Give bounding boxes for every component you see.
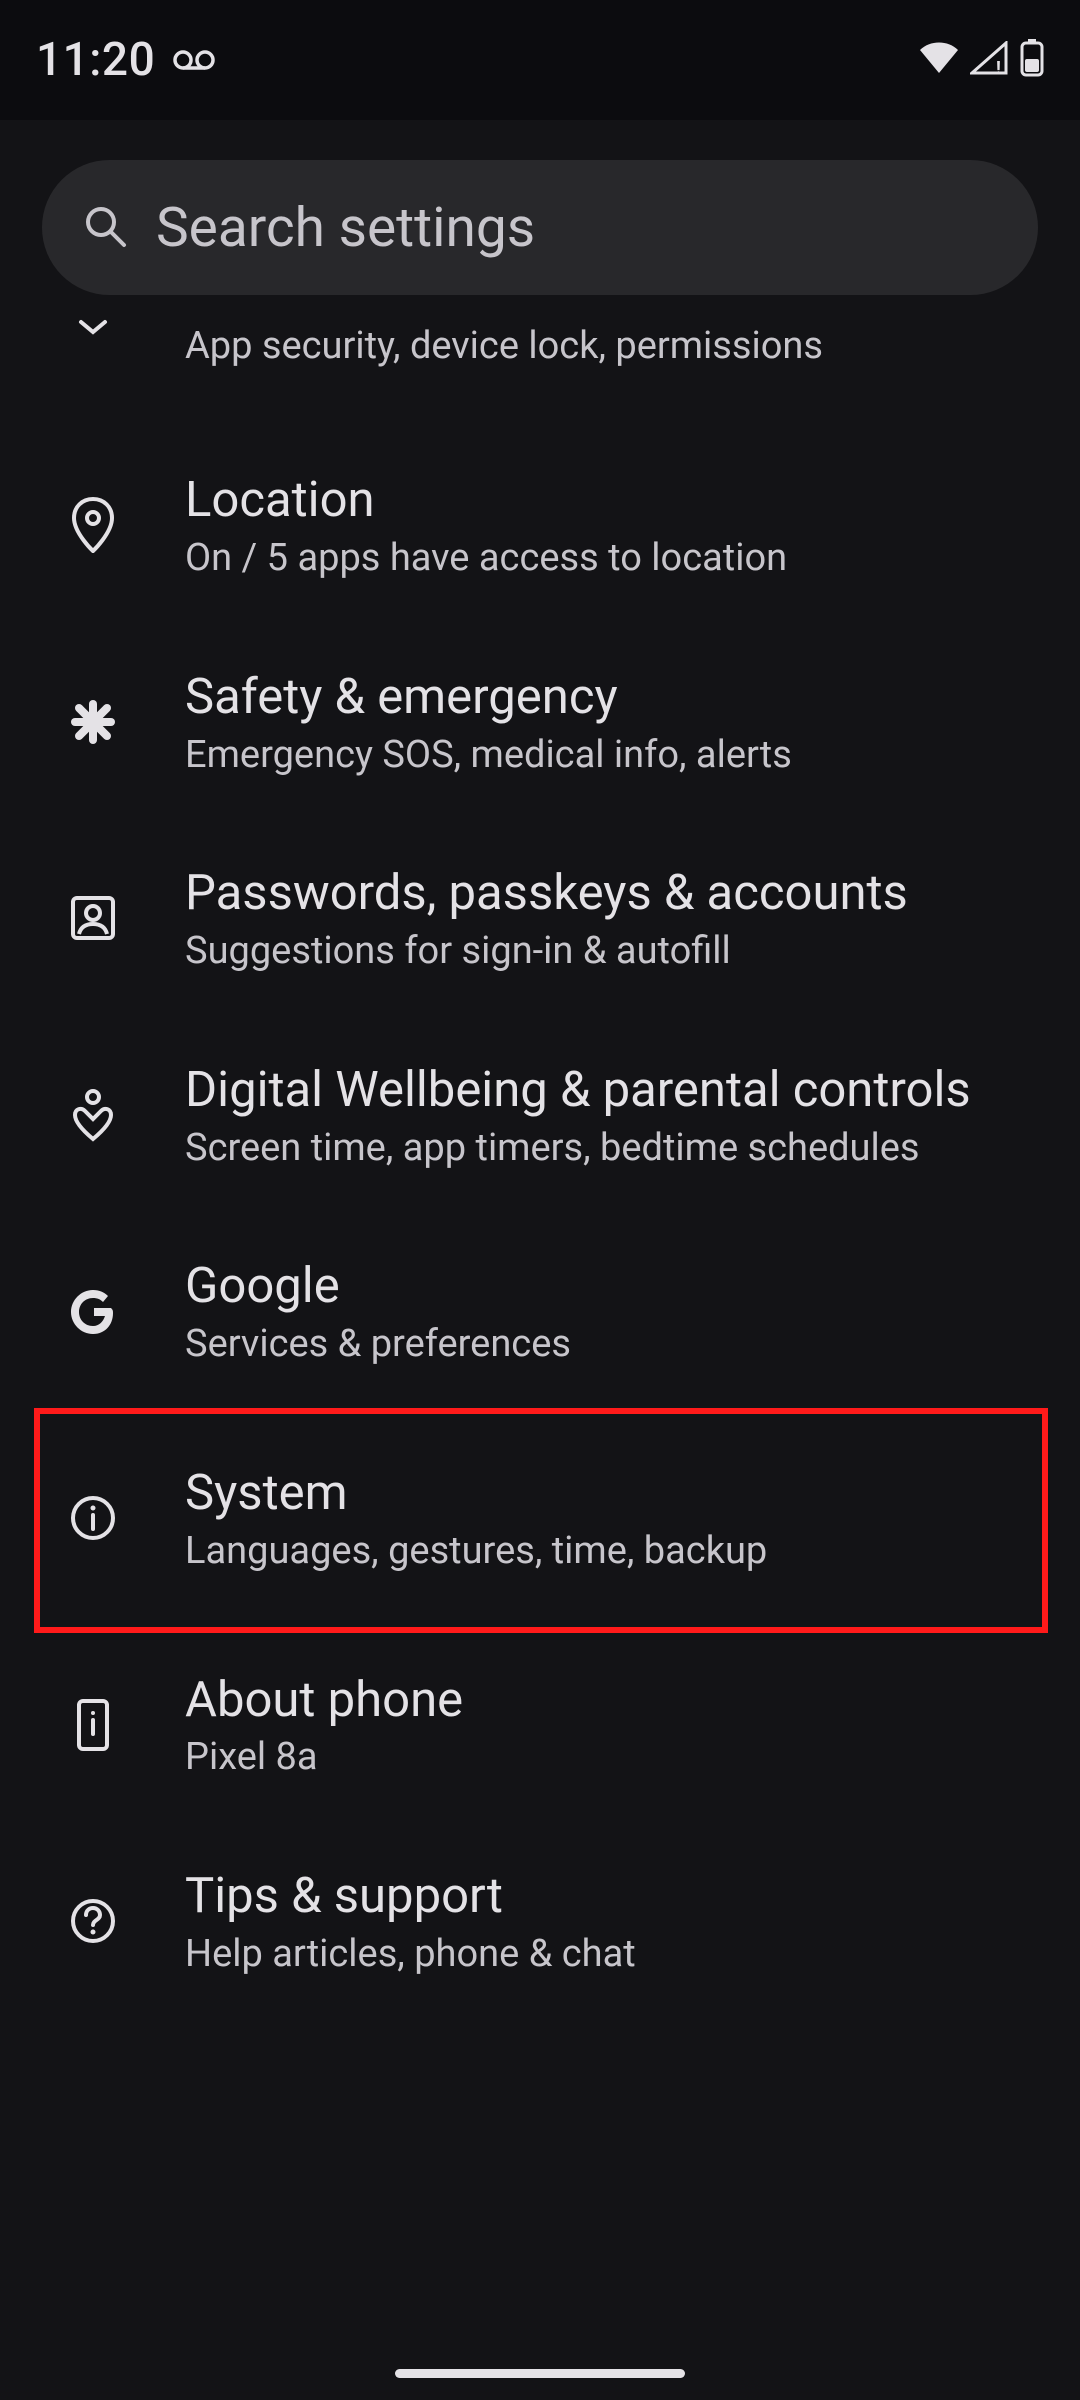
setting-title: Passwords, passkeys & accounts bbox=[185, 867, 908, 920]
setting-subtitle: Languages, gestures, time, backup bbox=[185, 1530, 767, 1574]
phone-device-icon bbox=[75, 1698, 111, 1756]
wellbeing-icon bbox=[71, 1087, 115, 1147]
setting-digital-wellbeing[interactable]: Digital Wellbeing & parental controls Sc… bbox=[0, 1019, 1080, 1216]
status-right: ! bbox=[918, 39, 1044, 81]
setting-title: Safety & emergency bbox=[185, 671, 792, 724]
setting-title: Tips & support bbox=[185, 1870, 636, 1923]
setting-subtitle: Pixel 8a bbox=[185, 1736, 463, 1780]
info-icon bbox=[69, 1494, 117, 1546]
setting-subtitle: Screen time, app timers, bedtime schedul… bbox=[185, 1127, 971, 1171]
setting-safety-emergency[interactable]: Safety & emergency Emergency SOS, medica… bbox=[0, 626, 1080, 823]
cellular-icon: ! bbox=[970, 41, 1010, 79]
setting-google[interactable]: Google Services & preferences bbox=[0, 1215, 1080, 1412]
setting-tips-support[interactable]: Tips & support Help articles, phone & ch… bbox=[0, 1825, 1080, 2022]
battery-icon bbox=[1020, 39, 1044, 81]
account-box-icon bbox=[69, 894, 117, 946]
search-settings[interactable]: Search settings bbox=[42, 160, 1038, 295]
voicemail-icon bbox=[173, 49, 215, 71]
settings-screen: 11:20 ! bbox=[0, 0, 1080, 2400]
wifi-icon bbox=[918, 41, 960, 79]
help-icon bbox=[69, 1897, 117, 1949]
setting-about-phone[interactable]: About phone Pixel 8a bbox=[0, 1629, 1080, 1826]
chevron-down-icon bbox=[78, 319, 108, 339]
setting-subtitle: Emergency SOS, medical info, alerts bbox=[185, 734, 792, 778]
setting-subtitle: On / 5 apps have access to location bbox=[185, 537, 787, 581]
search-placeholder: Search settings bbox=[156, 196, 535, 260]
setting-system[interactable]: System Languages, gestures, time, backup bbox=[0, 1412, 1080, 1629]
status-time: 11:20 bbox=[36, 33, 155, 87]
setting-title: System bbox=[185, 1467, 767, 1520]
search-icon bbox=[82, 203, 128, 253]
setting-security-privacy[interactable]: App security, device lock, permissions bbox=[0, 319, 1080, 429]
svg-text:!: ! bbox=[996, 58, 1001, 75]
setting-subtitle: Help articles, phone & chat bbox=[185, 1933, 636, 1977]
google-icon bbox=[69, 1288, 117, 1340]
settings-list[interactable]: App security, device lock, permissions L… bbox=[0, 319, 1080, 2022]
setting-location[interactable]: Location On / 5 apps have access to loca… bbox=[0, 429, 1080, 626]
setting-title: Digital Wellbeing & parental controls bbox=[185, 1064, 971, 1117]
location-icon bbox=[71, 497, 115, 557]
setting-subtitle: Suggestions for sign-in & autofill bbox=[185, 930, 908, 974]
medical-icon bbox=[69, 698, 117, 750]
setting-title: Location bbox=[185, 474, 787, 527]
setting-title: Google bbox=[185, 1260, 571, 1313]
setting-subtitle: App security, device lock, permissions bbox=[185, 325, 823, 369]
status-bar: 11:20 ! bbox=[0, 0, 1080, 120]
setting-title: About phone bbox=[185, 1674, 463, 1727]
status-left: 11:20 bbox=[36, 33, 215, 87]
setting-passwords-accounts[interactable]: Passwords, passkeys & accounts Suggestio… bbox=[0, 822, 1080, 1019]
setting-subtitle: Services & preferences bbox=[185, 1323, 571, 1367]
nav-gesture-pill[interactable] bbox=[395, 2369, 685, 2378]
